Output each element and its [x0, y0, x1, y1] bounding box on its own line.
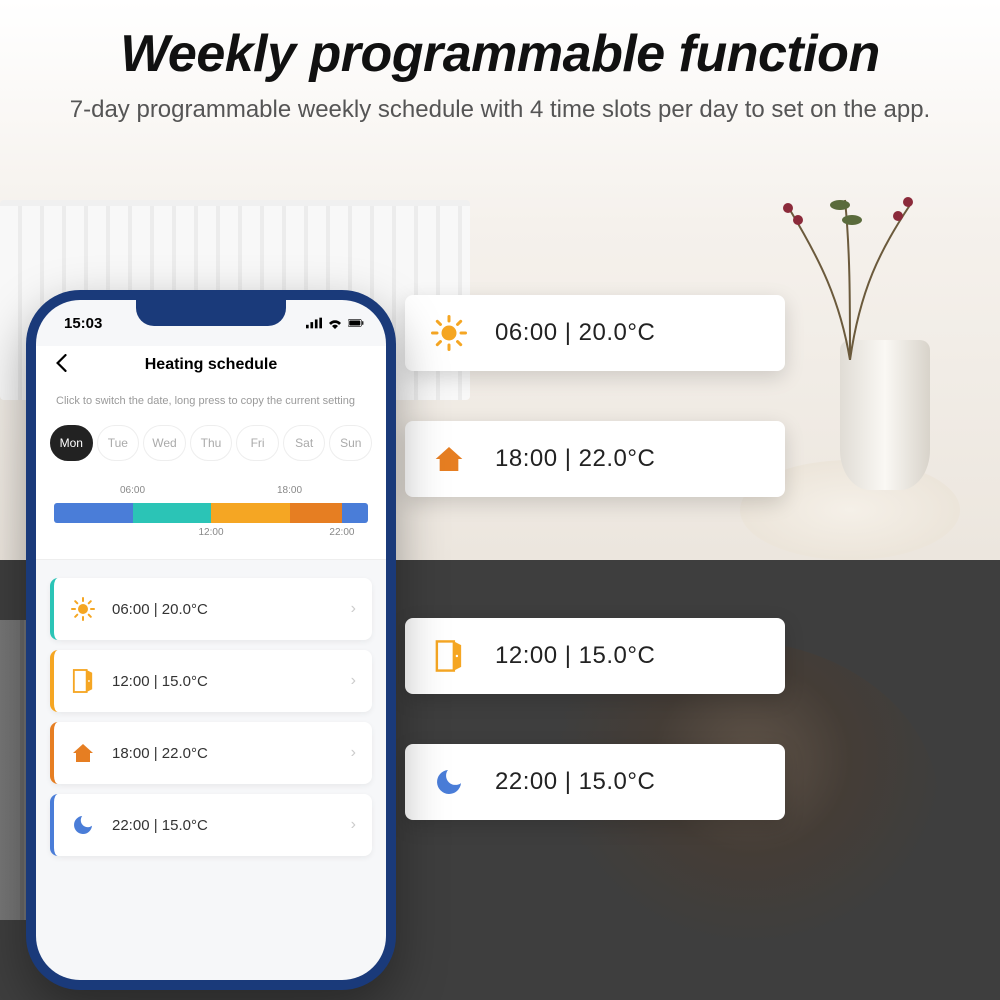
timeline-segment [54, 503, 133, 523]
schedule-slot[interactable]: 12:00 | 15.0°C › [50, 650, 372, 712]
float-cards-top: 06:00 | 20.0°C 18:00 | 22.0°C [405, 295, 785, 547]
timeline-segment [290, 503, 342, 523]
headline-subtitle: 7-day programmable weekly schedule with … [60, 94, 940, 126]
headline: Weekly programmable function 7-day progr… [0, 24, 1000, 126]
door-icon [70, 668, 96, 694]
day-mon[interactable]: Mon [50, 425, 93, 461]
home-icon [431, 441, 467, 477]
cellular-icon [306, 317, 322, 329]
timeline: 06:00 18:00 12:00 22:00 [36, 475, 386, 560]
slot-label: 12:00 | 15.0°C [112, 673, 335, 690]
float-card-text: 06:00 | 20.0°C [495, 319, 655, 347]
status-time: 15:03 [64, 315, 102, 332]
day-picker: MonTueWedThuFriSatSun [36, 421, 386, 475]
door-icon [431, 638, 467, 674]
headline-title: Weekly programmable function [0, 24, 1000, 84]
day-fri[interactable]: Fri [236, 425, 279, 461]
schedule-slot[interactable]: 22:00 | 15.0°C › [50, 794, 372, 856]
app-title: Heating schedule [54, 356, 368, 374]
float-card-text: 22:00 | 15.0°C [495, 768, 655, 796]
schedule-slot[interactable]: 06:00 | 20.0°C › [50, 578, 372, 640]
timeline-tick: 12:00 [198, 527, 223, 538]
slot-label: 06:00 | 20.0°C [112, 601, 335, 618]
float-cards-bottom: 12:00 | 15.0°C 22:00 | 15.0°C [405, 618, 785, 870]
timeline-segment [133, 503, 212, 523]
timeline-segment [342, 503, 368, 523]
float-card-text: 18:00 | 22.0°C [495, 445, 655, 473]
timeline-tick: 06:00 [120, 485, 145, 496]
chevron-right-icon: › [351, 600, 356, 618]
chevron-right-icon: › [351, 744, 356, 762]
moon-icon [70, 812, 96, 838]
float-card-text: 12:00 | 15.0°C [495, 642, 655, 670]
slot-label: 18:00 | 22.0°C [112, 745, 335, 762]
phone-screen: 15:03 Heating schedule Click to switch t… [36, 300, 386, 980]
float-card-away: 12:00 | 15.0°C [405, 618, 785, 694]
chevron-right-icon: › [351, 672, 356, 690]
moon-icon [431, 764, 467, 800]
chevron-right-icon: › [351, 816, 356, 834]
sun-icon [431, 315, 467, 351]
hint-text: Click to switch the date, long press to … [36, 388, 386, 421]
timeline-segment [211, 503, 290, 523]
day-tue[interactable]: Tue [97, 425, 140, 461]
float-card-morning: 06:00 | 20.0°C [405, 295, 785, 371]
float-card-evening: 18:00 | 22.0°C [405, 421, 785, 497]
app-header: Heating schedule [36, 346, 386, 388]
schedule-slot[interactable]: 18:00 | 22.0°C › [50, 722, 372, 784]
phone-mockup: 15:03 Heating schedule Click to switch t… [26, 290, 396, 990]
phone-notch [136, 300, 286, 326]
home-icon [70, 740, 96, 766]
wifi-icon [327, 317, 343, 329]
day-thu[interactable]: Thu [190, 425, 233, 461]
day-sun[interactable]: Sun [329, 425, 372, 461]
day-sat[interactable]: Sat [283, 425, 326, 461]
sun-icon [70, 596, 96, 622]
slot-label: 22:00 | 15.0°C [112, 817, 335, 834]
timeline-tick: 18:00 [277, 485, 302, 496]
timeline-tick: 22:00 [329, 527, 354, 538]
float-card-night: 22:00 | 15.0°C [405, 744, 785, 820]
vase-illustration [840, 340, 930, 490]
status-indicators [306, 317, 364, 329]
battery-icon [348, 317, 364, 329]
timeline-bar[interactable] [54, 503, 368, 523]
day-wed[interactable]: Wed [143, 425, 186, 461]
schedule-slots: 06:00 | 20.0°C›12:00 | 15.0°C›18:00 | 22… [36, 560, 386, 856]
